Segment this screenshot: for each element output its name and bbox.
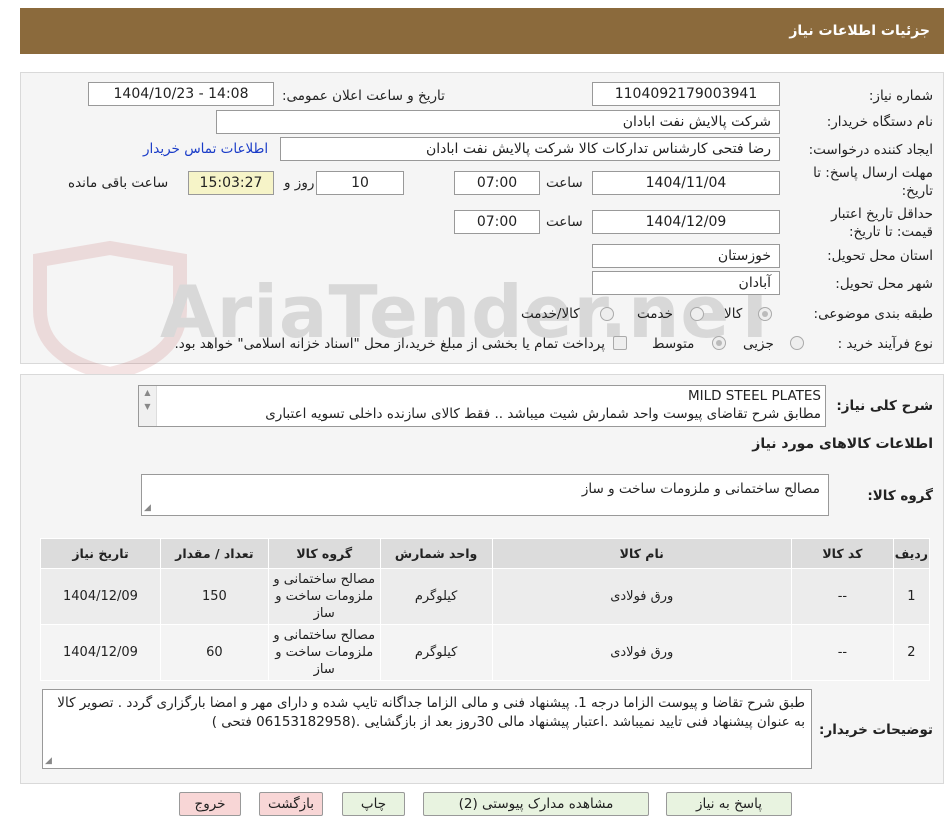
exit-button[interactable]: خروج (179, 792, 241, 816)
buyer-contact-link[interactable]: اطلاعات تماس خریدار (143, 141, 268, 157)
deadline-label: مهلت ارسال پاسخ: تا (813, 165, 933, 181)
category-option-service: خدمت (637, 306, 673, 322)
description-scrollbar[interactable]: ▲ ▼ (139, 386, 157, 426)
page-header: جزئیات اطلاعات نیاز (20, 8, 944, 54)
payment-note: پرداخت تمام یا بخشی از مبلغ خرید،از محل … (174, 336, 605, 352)
goods-group-value: مصالح ساختمانی و ملزومات ساخت و ساز (581, 481, 820, 497)
announce-label: تاریخ و ساعت اعلان عمومی: (282, 88, 445, 104)
table-row[interactable]: 1 -- ورق فولادی کیلوگرم مصالح ساختمانی و… (40, 568, 931, 625)
page-title: جزئیات اطلاعات نیاز (789, 23, 930, 39)
buyer-notes-box[interactable]: طبق شرح تقاضا و پیوست الزاما درجه 1. پیش… (42, 689, 812, 769)
buyer-notes-text: طبق شرح تقاضا و پیوست الزاما درجه 1. پیش… (57, 695, 805, 730)
cell-name: ورق فولادی (491, 568, 792, 625)
col-header-row: ردیف (892, 538, 931, 569)
cell-code: -- (790, 568, 894, 625)
cell-group: مصالح ساختمانی و ملزومات ساخت و ساز (267, 624, 381, 681)
process-label: نوع فرآیند خرید : (837, 336, 933, 352)
category-radio-both[interactable] (600, 307, 614, 321)
reply-button[interactable]: پاسخ به نیاز (666, 792, 792, 816)
view-attachments-button[interactable]: مشاهده مدارک پیوستی (2) (423, 792, 649, 816)
deadline-time-field: 07:00 (454, 171, 540, 195)
validity-date-field: 1404/12/09 (592, 210, 780, 234)
goods-group-box[interactable]: مصالح ساختمانی و ملزومات ساخت و ساز ◢ (141, 474, 829, 516)
description-box[interactable]: MILD STEEL PLATES مطابق شرح تقاضای پیوست… (138, 385, 826, 427)
cell-date: 1404/12/09 (40, 568, 161, 625)
cell-qty: 60 (159, 624, 269, 681)
need-number-label: شماره نیاز: (868, 88, 933, 104)
buyer-org-field: شرکت پالایش نفت ابادان (216, 110, 780, 134)
process-radio-medium[interactable] (712, 336, 726, 350)
need-number-field: 1104092179003941 (592, 82, 780, 106)
creator-field: رضا فتحی کارشناس تدارکات کالا شرکت پالای… (280, 137, 780, 161)
process-option-minor: جزیی (743, 336, 774, 352)
deadline-label-2: تاریخ: (901, 183, 933, 199)
cell-group: مصالح ساختمانی و ملزومات ساخت و ساز (267, 568, 381, 625)
remaining-time-field: 15:03:27 (188, 171, 274, 195)
resize-handle-icon[interactable]: ◢ (144, 503, 151, 513)
buyer-notes-label: توضیحات خریدار: (819, 722, 933, 738)
cell-qty: 150 (159, 568, 269, 625)
days-field: 10 (316, 171, 404, 195)
col-header-group: گروه کالا (267, 538, 381, 569)
goods-group-label: گروه کالا: (867, 488, 933, 504)
col-header-name: نام کالا (491, 538, 792, 569)
category-label: طبقه بندی موضوعی: (813, 306, 933, 322)
category-radio-goods[interactable] (758, 307, 772, 321)
announce-field: 1404/10/23 - 14:08 (88, 82, 274, 106)
process-radio-minor[interactable] (790, 336, 804, 350)
col-header-date: تاریخ نیاز (40, 538, 161, 569)
validity-time-label: ساعت (546, 214, 583, 230)
cell-code: -- (790, 624, 894, 681)
cell-row: 1 (892, 568, 931, 625)
items-table-wrap: ردیف کد کالا نام کالا واحد شمارش گروه کا… (40, 538, 931, 681)
deadline-date-field: 1404/11/04 (592, 171, 780, 195)
table-row[interactable]: 2 -- ورق فولادی کیلوگرم مصالح ساختمانی و… (40, 624, 931, 681)
buyer-org-label: نام دستگاه خریدار: (826, 114, 933, 130)
category-option-goods: کالا (724, 306, 743, 322)
creator-label: ایجاد کننده درخواست: (808, 142, 933, 158)
process-option-medium: متوسط (652, 336, 695, 352)
description-label: شرح کلی نیاز: (836, 398, 933, 414)
items-table: ردیف کد کالا نام کالا واحد شمارش گروه کا… (40, 538, 931, 681)
description-line-1: MILD STEEL PLATES (687, 388, 821, 404)
col-header-unit: واحد شمارش (379, 538, 493, 569)
province-field: خوزستان (592, 244, 780, 268)
cell-unit: کیلوگرم (379, 624, 493, 681)
category-radio-service[interactable] (690, 307, 704, 321)
cell-row: 2 (892, 624, 931, 681)
province-label: استان محل تحویل: (827, 248, 933, 264)
col-header-code: کد کالا (790, 538, 894, 569)
scroll-up-icon[interactable]: ▲ (139, 388, 156, 398)
col-header-qty: تعداد / مقدار (159, 538, 269, 569)
description-line-2: مطابق شرح تقاضای پیوست واحد شمارش شیت می… (265, 406, 821, 422)
remaining-label: ساعت باقی مانده (68, 175, 169, 191)
validity-label-2: قیمت: تا تاریخ: (849, 224, 933, 240)
treasury-checkbox[interactable] (613, 336, 627, 350)
category-option-both: کالا/خدمت (521, 306, 580, 322)
back-button[interactable]: بازگشت (259, 792, 323, 816)
city-field: آبادان (592, 271, 780, 295)
table-header-row: ردیف کد کالا نام کالا واحد شمارش گروه کا… (40, 538, 931, 569)
days-label: روز و (284, 175, 315, 191)
resize-handle-icon[interactable]: ◢ (45, 756, 52, 766)
cell-unit: کیلوگرم (379, 568, 493, 625)
city-label: شهر محل تحویل: (835, 276, 933, 292)
validity-label: حداقل تاریخ اعتبار (831, 206, 933, 222)
cell-name: ورق فولادی (491, 624, 792, 681)
deadline-time-label: ساعت (546, 175, 583, 191)
goods-info-title: اطلاعات کالاهای مورد نیاز (752, 436, 933, 452)
validity-time-field: 07:00 (454, 210, 540, 234)
scroll-down-icon[interactable]: ▼ (139, 402, 156, 412)
cell-date: 1404/12/09 (40, 624, 161, 681)
print-button[interactable]: چاپ (342, 792, 405, 816)
